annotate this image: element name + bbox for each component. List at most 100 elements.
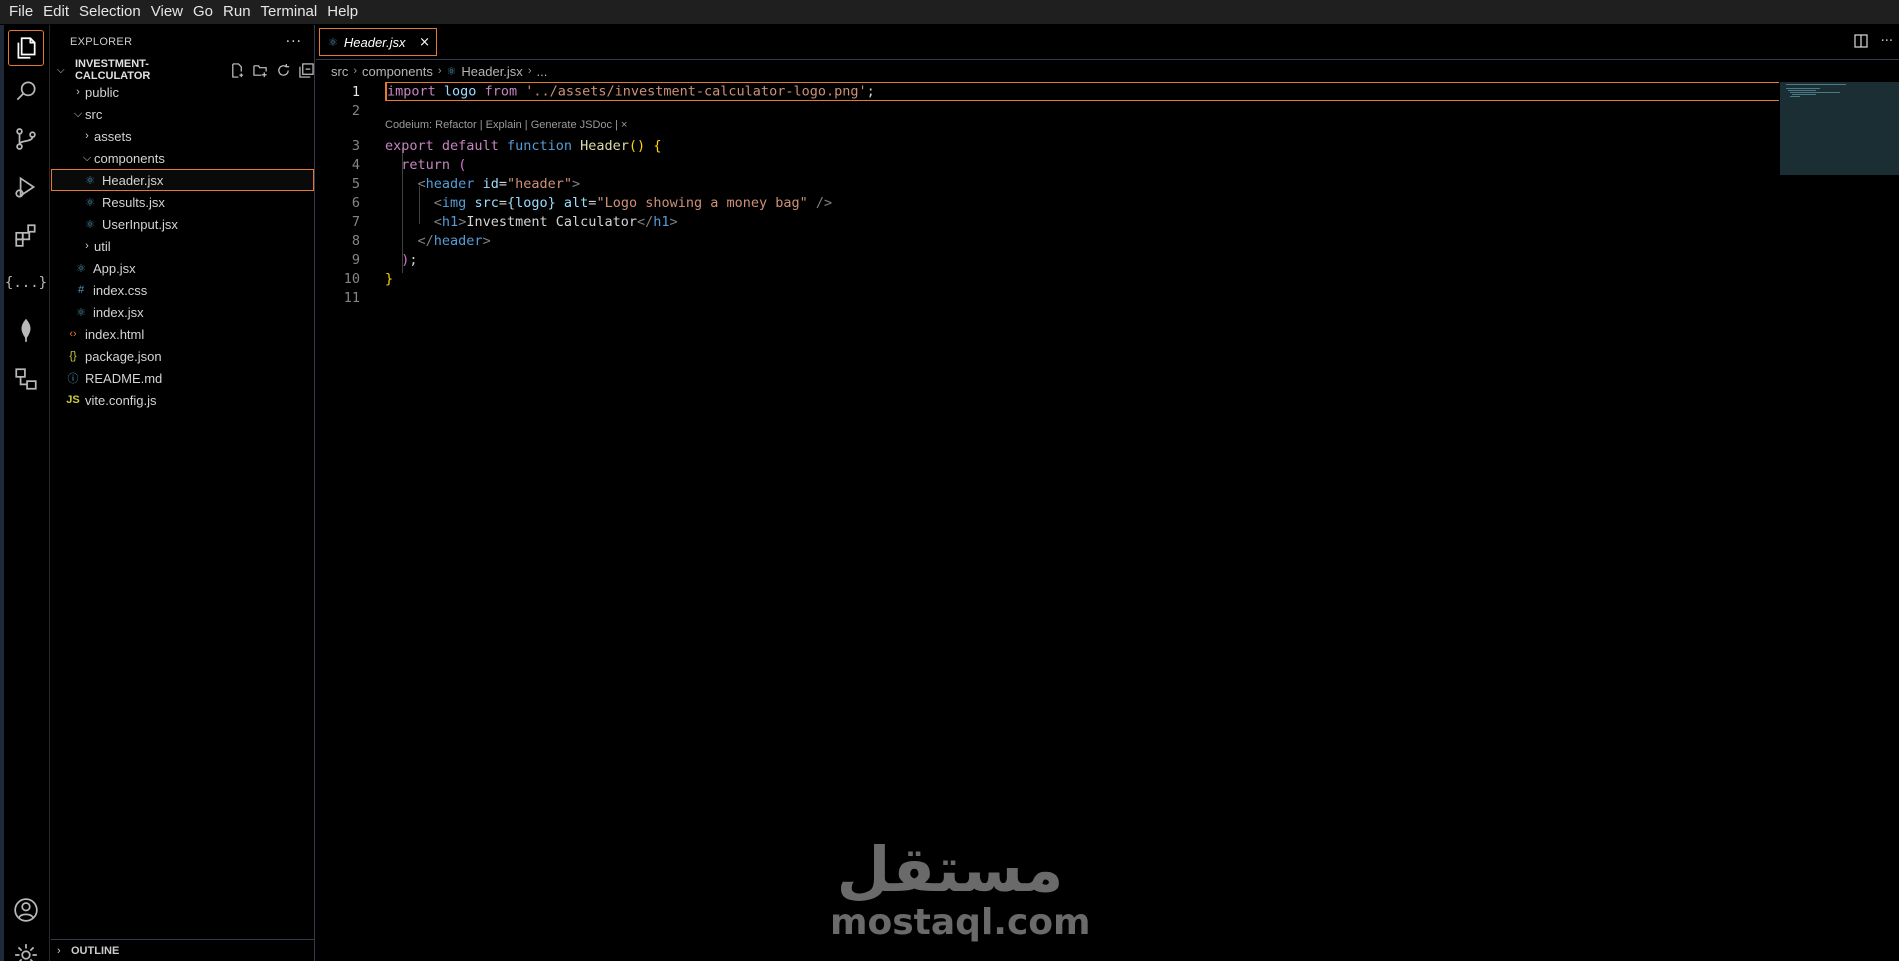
code-text: import logo from '../assets/investment-c… xyxy=(385,83,875,100)
menu-terminal[interactable]: Terminal xyxy=(256,0,323,24)
refresh-icon[interactable] xyxy=(276,63,291,78)
tree-folder-util[interactable]: › util xyxy=(51,235,314,257)
html-icon: ‹› xyxy=(69,328,77,340)
watermark-latin: mostaql.com xyxy=(830,902,1091,943)
tree-folder-public[interactable]: › public xyxy=(51,81,314,103)
chevron-right-icon: › xyxy=(85,130,89,142)
tree-file-package-json[interactable]: {} package.json xyxy=(51,345,314,367)
menu-help[interactable]: Help xyxy=(322,0,363,24)
tree-file-userinput-jsx[interactable]: ⚛ UserInput.jsx xyxy=(51,213,314,235)
line-number: 1 xyxy=(351,83,360,100)
project-actions xyxy=(230,62,314,78)
breadcrumb-components[interactable]: components xyxy=(362,64,433,79)
tree-folder-src[interactable]: ⌵ src xyxy=(51,103,314,125)
more-actions-icon[interactable]: ··· xyxy=(1881,34,1893,49)
react-icon: ⚛ xyxy=(328,35,338,49)
code-line-8[interactable]: 8 </header> xyxy=(316,231,491,250)
chevron-right-icon: › xyxy=(437,65,442,77)
account-icon[interactable] xyxy=(11,895,41,925)
code-text: ); xyxy=(401,251,418,268)
mongodb-leaf-icon[interactable] xyxy=(11,316,41,346)
settings-gear-icon[interactable] xyxy=(11,940,41,961)
explorer-sidebar: EXPLORER ··· ⌵ INVESTMENT-CALCULATOR › p… xyxy=(51,25,315,961)
tree-label: index.html xyxy=(85,326,145,342)
menu-bar: File Edit Selection View Go Run Terminal… xyxy=(0,0,1899,24)
explorer-header: EXPLORER ··· xyxy=(51,25,314,59)
search-icon[interactable] xyxy=(11,76,41,106)
code-line-7[interactable]: 7 <h1>Investment Calculator</h1> xyxy=(316,212,678,231)
code-line-5[interactable]: 5 <header id="header"> xyxy=(316,174,580,193)
code-line-6[interactable]: 6 <img src={logo} alt="Logo showing a mo… xyxy=(316,193,832,212)
code-editor[interactable]: 1 import logo from '../assets/investment… xyxy=(316,82,1899,961)
new-folder-icon[interactable] xyxy=(253,63,268,78)
info-icon: ⓘ xyxy=(67,373,79,385)
tree-file-header-jsx[interactable]: ⚛ Header.jsx xyxy=(51,169,314,191)
tree-file-vite-config[interactable]: JS vite.config.js xyxy=(51,389,314,411)
menu-view[interactable]: View xyxy=(146,0,188,24)
tree-label: UserInput.jsx xyxy=(102,216,178,232)
new-file-icon[interactable] xyxy=(230,62,245,78)
line-number: 3 xyxy=(351,137,360,154)
source-control-icon[interactable] xyxy=(11,124,41,154)
line-number: 2 xyxy=(351,102,360,119)
project-root[interactable]: ⌵ INVESTMENT-CALCULATOR xyxy=(51,58,314,82)
tree-label: index.css xyxy=(93,282,148,298)
breadcrumb-symbol[interactable]: ... xyxy=(536,64,547,79)
tree-label: Results.jsx xyxy=(102,194,165,210)
chevron-down-icon: ⌵ xyxy=(57,64,65,76)
minimap-line xyxy=(1790,92,1840,93)
more-actions-icon[interactable]: ··· xyxy=(286,34,302,50)
split-editor-icon[interactable] xyxy=(1853,33,1869,49)
code-text: <header id="header"> xyxy=(417,175,581,192)
menu-selection[interactable]: Selection xyxy=(74,0,146,24)
chevron-right-icon: › xyxy=(527,65,532,77)
code-text: <img src={logo} alt="Logo showing a mone… xyxy=(433,194,833,211)
collapse-all-icon[interactable] xyxy=(299,62,314,78)
chevron-right-icon: › xyxy=(353,65,358,77)
code-line-9[interactable]: 9 ); xyxy=(316,250,418,269)
tree-file-app-jsx[interactable]: ⚛ App.jsx xyxy=(51,257,314,279)
files-icon[interactable] xyxy=(8,30,44,66)
minimap-line xyxy=(1786,88,1820,89)
code-line-2[interactable]: 2 xyxy=(316,101,360,120)
tab-header-jsx[interactable]: ⚛ Header.jsx × xyxy=(319,28,437,56)
tree-file-index-jsx[interactable]: ⚛ index.jsx xyxy=(51,301,314,323)
tree-folder-components[interactable]: ⌵ components xyxy=(51,147,314,169)
breadcrumb-file[interactable]: Header.jsx xyxy=(461,64,522,79)
menu-go[interactable]: Go xyxy=(188,0,218,24)
tree-file-index-html[interactable]: ‹› index.html xyxy=(51,323,314,345)
tree-label: README.md xyxy=(85,370,163,386)
react-icon: ⚛ xyxy=(76,306,86,319)
code-line-11[interactable]: 11 xyxy=(316,288,360,307)
chevron-right-icon: › xyxy=(76,86,80,98)
code-line-4[interactable]: 4 return ( xyxy=(316,155,466,174)
json-braces-icon[interactable]: {...} xyxy=(5,268,47,298)
breadcrumb-src[interactable]: src xyxy=(331,64,348,79)
extensions-icon[interactable] xyxy=(11,220,41,250)
tree-file-results-jsx[interactable]: ⚛ Results.jsx xyxy=(51,191,314,213)
editor-tab-bar: ⚛ Header.jsx × ··· xyxy=(316,25,1899,60)
run-debug-icon[interactable] xyxy=(11,172,41,202)
menu-run[interactable]: Run xyxy=(218,0,256,24)
close-icon[interactable]: × xyxy=(419,35,430,50)
menu-file[interactable]: File xyxy=(4,0,38,24)
minimap[interactable] xyxy=(1780,82,1899,175)
react-icon: ⚛ xyxy=(76,262,86,275)
code-line-10[interactable]: 10 } xyxy=(316,269,393,288)
menu-edit[interactable]: Edit xyxy=(38,0,74,24)
react-icon: ⚛ xyxy=(85,218,95,231)
line-number: 7 xyxy=(351,213,360,230)
tree-folder-assets[interactable]: › assets xyxy=(51,125,314,147)
editor-actions: ··· xyxy=(1853,33,1893,49)
mostaql-watermark: مستقل mostaql.com xyxy=(830,835,1091,943)
code-line-1[interactable]: 1 import logo from '../assets/investment… xyxy=(316,82,1779,101)
outline-title: OUTLINE xyxy=(71,944,120,957)
outline-section[interactable]: › OUTLINE xyxy=(51,939,314,961)
tab-label: Header.jsx xyxy=(343,34,406,50)
tree-label: components xyxy=(94,150,165,166)
codeium-codelens[interactable]: Codeium: Refactor | Explain | Generate J… xyxy=(385,119,627,135)
code-line-3[interactable]: 3 export default function Header() { xyxy=(316,136,662,155)
tree-file-readme-md[interactable]: ⓘ README.md xyxy=(51,367,314,389)
remote-explorer-icon[interactable] xyxy=(11,364,41,394)
tree-file-index-css[interactable]: # index.css xyxy=(51,279,314,301)
